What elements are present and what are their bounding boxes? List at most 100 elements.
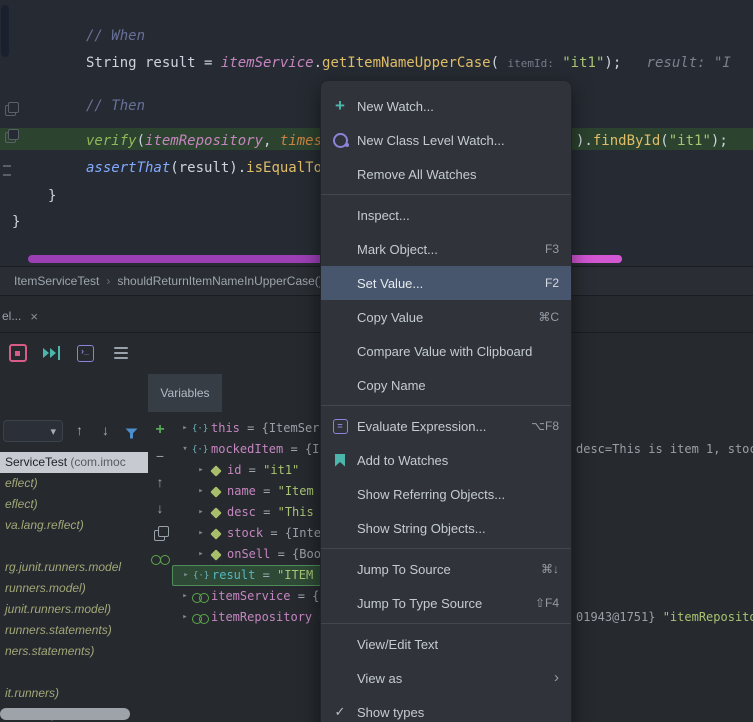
breadcrumb-separator-icon: › [106, 274, 110, 288]
frame-down-icon[interactable]: ↓ [102, 422, 109, 438]
frame-up-icon[interactable]: ↑ [76, 422, 83, 438]
expand-arrow-icon[interactable]: ▸ [194, 482, 208, 501]
breadcrumb-method[interactable]: shouldReturnItemNameInUpperCase() [117, 274, 322, 288]
tab-variables[interactable]: Variables [148, 374, 222, 412]
variable-value: = [263, 524, 285, 543]
menu-item-label: Remove All Watches [357, 167, 476, 182]
menu-item-new-class-level-watch[interactable]: New Class Level Watch... [321, 123, 571, 157]
expand-arrow-icon[interactable]: ▸ [178, 587, 192, 606]
menu-item-show-referring-objects[interactable]: Show Referring Objects... [321, 477, 571, 511]
stack-frame-row[interactable] [0, 536, 148, 557]
bookmark-icon [329, 452, 351, 468]
variable-value: = [256, 482, 278, 501]
menu-item-mark-object[interactable]: Mark Object...F3 [321, 232, 571, 266]
stack-frame-row[interactable] [0, 662, 148, 683]
add-watch-icon[interactable]: + [148, 420, 172, 440]
chevron-down-icon: ▾ [50, 422, 56, 442]
stack-frame-row[interactable]: ners.statements) [0, 641, 148, 662]
code-token: result: "I [621, 55, 731, 71]
menu-item-new-watch[interactable]: New Watch... [321, 89, 571, 123]
code-token: ). [576, 133, 593, 149]
stack-frame-row[interactable]: eflect) [0, 494, 148, 515]
settings-icon[interactable] [111, 344, 130, 363]
variable-row-name[interactable]: ▸name = "Item 1" [172, 481, 335, 502]
code-token: // Then [86, 98, 145, 114]
menu-item-show-string-objects[interactable]: Show String Objects... [321, 511, 571, 545]
gutter-fold-mark [3, 174, 11, 176]
menu-item-add-to-watches[interactable]: Add to Watches [321, 443, 571, 477]
menu-item-label: Compare Value with Clipboard [357, 344, 532, 359]
stack-frame-row[interactable]: it.runners) [0, 683, 148, 704]
close-icon[interactable]: × [30, 309, 38, 324]
code-token: findById [593, 133, 660, 149]
menu-item-show-types[interactable]: Show types [321, 695, 571, 722]
variable-value: "itemRepositor [663, 610, 753, 624]
menu-item-label: Show String Objects... [357, 521, 486, 536]
gutter-copy-icon [5, 102, 19, 116]
mock-icon [192, 611, 208, 625]
variable-name: stock [227, 524, 263, 543]
menu-item-evaluate-expression[interactable]: Evaluate Expression...⌥F8 [321, 409, 571, 443]
expand-arrow-icon[interactable]: ▸ [178, 608, 192, 627]
filter-icon[interactable] [125, 426, 138, 444]
variable-value: = [283, 440, 305, 459]
menu-item-copy-name[interactable]: Copy Name [321, 368, 571, 402]
menu-item-remove-all-watches[interactable]: Remove All Watches [321, 157, 571, 191]
frame-package: (com.imoc [70, 455, 125, 469]
frame-text: runners.model) [5, 581, 86, 595]
stack-frame-row[interactable]: runners.model) [0, 578, 148, 599]
code-token: ( [491, 55, 508, 71]
stack-frame-row[interactable]: ServiceTest (com.imoc [0, 452, 148, 473]
thread-selector-dropdown[interactable]: ▾ [3, 420, 63, 442]
expand-arrow-icon[interactable]: ▸ [194, 524, 208, 543]
watches-toolbar: + − ↑ ↓ [148, 412, 172, 722]
menu-item-label: Jump To Type Source [357, 596, 482, 611]
menu-item-jump-to-source[interactable]: Jump To Source⌘↓ [321, 552, 571, 586]
horizontal-scrollbar-thumb[interactable] [0, 708, 130, 720]
session-tab[interactable]: el... × [2, 304, 38, 328]
menu-item-set-value[interactable]: Set Value...F2 [321, 266, 571, 300]
remove-watch-icon[interactable]: − [148, 446, 172, 466]
move-down-icon[interactable]: ↓ [148, 498, 172, 518]
expand-arrow-icon[interactable]: ▸ [179, 566, 193, 585]
code-token: } [12, 214, 20, 230]
menu-item-view-as[interactable]: View as› [321, 661, 571, 695]
ide-window: // WhenString result = itemService.getIt… [0, 0, 753, 722]
menu-item-copy-value[interactable]: Copy Value⌘C [321, 300, 571, 334]
tag-icon [208, 527, 224, 541]
open-console-icon[interactable] [76, 344, 95, 363]
code-line: ).findById("it1"); [576, 131, 728, 151]
expand-arrow-icon[interactable]: ▸ [194, 503, 208, 522]
expand-arrow-icon[interactable]: ▾ [178, 440, 192, 459]
skip-to-frame-icon[interactable] [43, 346, 60, 360]
variable-name: id [227, 461, 241, 480]
menu-item-jump-to-type-source[interactable]: Jump To Type Source⇧F4 [321, 586, 571, 620]
stack-frame-row[interactable]: va.lang.reflect) [0, 515, 148, 536]
stack-frame-row[interactable]: rg.junit.runners.model [0, 557, 148, 578]
expand-arrow-icon[interactable]: ▸ [194, 461, 208, 480]
expand-arrow-icon[interactable]: ▸ [178, 419, 192, 438]
menu-item-compare-value-with-clipboard[interactable]: Compare Value with Clipboard [321, 334, 571, 368]
variable-row-result[interactable]: ▸result = "ITEM 1" [172, 565, 341, 586]
frame-text: runners.statements) [5, 623, 112, 637]
menu-item-view-edit-text[interactable]: View/Edit Text [321, 627, 571, 661]
move-up-icon[interactable]: ↑ [148, 472, 172, 492]
breadcrumb-class[interactable]: ItemServiceTest [14, 274, 99, 288]
frame-text: ners.statements) [5, 644, 94, 658]
show-watches-icon[interactable] [148, 550, 172, 570]
stack-frame-row[interactable]: junit.runners.model) [0, 599, 148, 620]
code-line: String result = itemService.getItemNameU… [86, 53, 731, 74]
expand-arrow-icon[interactable]: ▸ [194, 545, 208, 564]
stack-frame-row[interactable]: runners.statements) [0, 620, 148, 641]
rerun-icon[interactable] [8, 344, 27, 363]
menu-item-inspect[interactable]: Inspect... [321, 198, 571, 232]
variable-row-id[interactable]: ▸id = "it1" [172, 460, 299, 481]
tag-icon [208, 485, 224, 499]
frame-text: va.lang.reflect) [5, 518, 84, 532]
menu-shortcut: F2 [545, 276, 559, 290]
code-token: (result). [170, 160, 246, 176]
stack-frame-row[interactable]: eflect) [0, 473, 148, 494]
variable-name: name [227, 482, 256, 501]
duplicate-watch-icon[interactable] [148, 524, 172, 544]
code-token: ); [711, 133, 728, 149]
